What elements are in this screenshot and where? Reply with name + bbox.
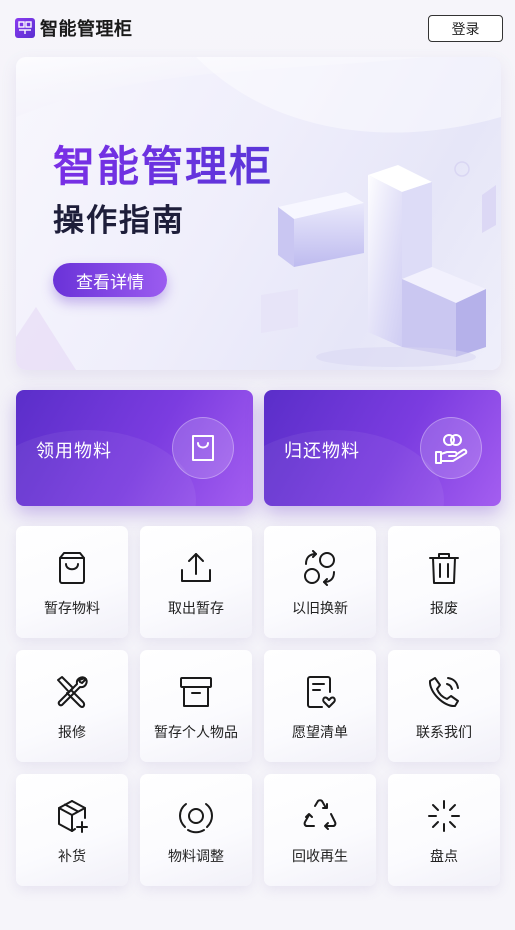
return-materials-label: 归还物料 xyxy=(284,441,360,462)
restock-tile[interactable]: 补货 xyxy=(16,774,128,886)
banner-subtitle: 操作指南 xyxy=(53,203,185,239)
app-name: 智能管理柜 xyxy=(40,19,133,40)
shopping-bag-icon xyxy=(172,417,234,479)
borrow-materials-card[interactable]: 领用物料 xyxy=(16,390,253,506)
personal-storage-label: 暂存个人物品 xyxy=(154,725,238,741)
scrap-tile[interactable]: 报废 xyxy=(388,526,500,638)
material-adjust-label: 物料调整 xyxy=(168,849,224,865)
restock-label: 补货 xyxy=(58,849,86,865)
trade-in-tile[interactable]: 以旧换新 xyxy=(264,526,376,638)
repair-label: 报修 xyxy=(58,725,86,741)
archive-box-icon xyxy=(178,674,214,710)
adjust-target-icon xyxy=(178,798,214,834)
repair-tile[interactable]: 报修 xyxy=(16,650,128,762)
recycle-tile[interactable]: 回收再生 xyxy=(264,774,376,886)
banner-title: 智能管理柜 xyxy=(53,133,273,194)
retrieve-temp-tile[interactable]: 取出暂存 xyxy=(140,526,252,638)
logo: 智能管理柜 xyxy=(15,15,133,41)
material-adjust-tile[interactable]: 物料调整 xyxy=(140,774,252,886)
login-button[interactable]: 登录 xyxy=(428,15,503,42)
wishlist-tile[interactable]: 愿望清单 xyxy=(264,650,376,762)
contact-us-label: 联系我们 xyxy=(416,725,472,741)
upload-icon xyxy=(178,550,214,586)
personal-storage-tile[interactable]: 暂存个人物品 xyxy=(140,650,252,762)
borrow-materials-label: 领用物料 xyxy=(36,441,112,462)
inventory-count-tile[interactable]: 盘点 xyxy=(388,774,500,886)
trade-in-label: 以旧换新 xyxy=(292,601,348,617)
return-materials-card[interactable]: 归还物料 xyxy=(264,390,501,506)
wishlist-label: 愿望清单 xyxy=(292,725,348,741)
phone-call-icon xyxy=(426,674,462,710)
trash-icon xyxy=(426,550,462,586)
recycle-label: 回收再生 xyxy=(292,849,348,865)
loading-burst-icon xyxy=(426,798,462,834)
bag-icon xyxy=(54,550,90,586)
wrench-screwdriver-icon xyxy=(54,674,90,710)
view-details-button[interactable]: 查看详情 xyxy=(53,263,167,297)
package-add-icon xyxy=(54,798,90,834)
temp-store-materials-label: 暂存物料 xyxy=(44,601,100,617)
recycle-icon xyxy=(302,798,338,834)
wishlist-icon xyxy=(302,674,338,710)
contact-us-tile[interactable]: 联系我们 xyxy=(388,650,500,762)
header: 智能管理柜 登录 xyxy=(0,0,515,56)
scrap-label: 报废 xyxy=(430,601,458,617)
retrieve-temp-label: 取出暂存 xyxy=(168,601,224,617)
cabinet-logo-icon xyxy=(15,18,35,38)
inventory-count-label: 盘点 xyxy=(430,849,458,865)
guide-banner[interactable]: 智能管理柜 操作指南 查看详情 xyxy=(16,57,501,370)
temp-store-materials-tile[interactable]: 暂存物料 xyxy=(16,526,128,638)
exchange-icon xyxy=(302,550,338,586)
hand-coins-icon xyxy=(420,417,482,479)
